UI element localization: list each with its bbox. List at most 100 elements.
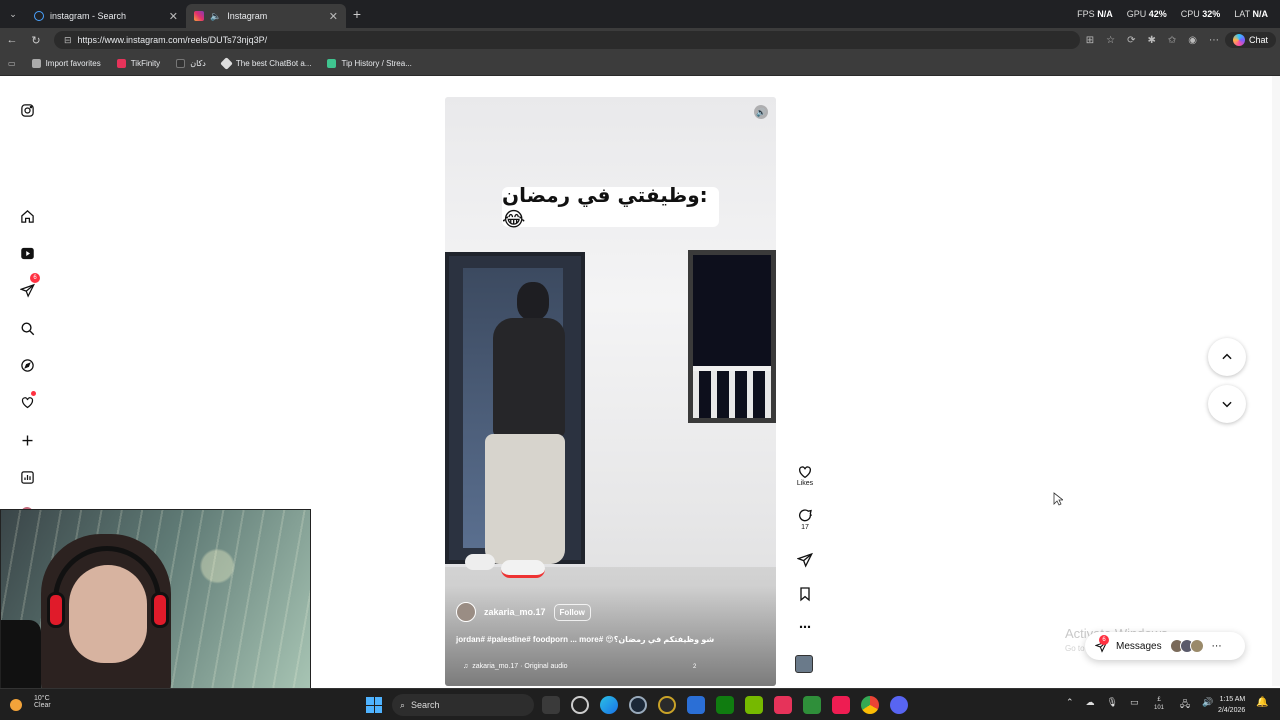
favorite-star-icon[interactable]: ☆ xyxy=(1106,35,1115,46)
bookmark-label: TikFinity xyxy=(130,59,161,68)
lat-value: N/A xyxy=(1252,9,1269,19)
close-tab-icon[interactable]: ✕ xyxy=(169,10,178,23)
weather-moon-icon xyxy=(10,699,22,711)
page-scrollbar[interactable] xyxy=(1272,76,1280,686)
bookmark-import-favorites[interactable]: Import favorites xyxy=(31,59,101,68)
edge-icon[interactable] xyxy=(600,696,618,714)
notification-dot xyxy=(31,391,36,396)
task-view-icon[interactable] xyxy=(542,696,560,714)
nvidia-icon[interactable] xyxy=(745,696,763,714)
bookmark-tikfinity[interactable]: TikFinity xyxy=(116,59,161,68)
more-menu-icon[interactable]: ⋯ xyxy=(1209,35,1219,46)
tray-indicator: £ 101 xyxy=(1154,696,1164,712)
tray-indicator-bottom: 101 xyxy=(1154,705,1165,711)
bookmark-chatbot[interactable]: The best ChatBot a... xyxy=(220,57,312,70)
previous-reel-button[interactable] xyxy=(1208,338,1246,376)
tikfinity-app-icon[interactable] xyxy=(774,696,792,714)
explore-compass-icon[interactable] xyxy=(12,353,42,377)
github-icon[interactable] xyxy=(571,696,589,714)
clock-date: 2/4/2026 xyxy=(1218,707,1246,714)
instagram-logo-icon[interactable] xyxy=(12,98,42,122)
extensions-icon[interactable]: ⟳ xyxy=(1127,35,1135,46)
bookmark-dukan[interactable]: دكان xyxy=(176,59,206,68)
chevron-down-icon xyxy=(1222,401,1232,408)
more-icon[interactable]: ⋯ xyxy=(1212,641,1222,652)
discord-icon[interactable] xyxy=(890,696,908,714)
search-icon[interactable] xyxy=(12,316,42,340)
save-button[interactable] xyxy=(790,586,820,602)
speaker-icon[interactable]: 🔈 xyxy=(210,11,221,22)
tab-instagram[interactable]: 🔈 Instagram ✕ xyxy=(186,4,346,28)
app-available-icon[interactable]: ⊞ xyxy=(1086,35,1094,46)
weather-text: Clear xyxy=(34,702,51,709)
url-field[interactable]: ⊟ https://www.instagram.com/reels/DUTs73… xyxy=(54,31,1080,49)
dukan-icon xyxy=(176,59,186,68)
messages-panel-button[interactable]: 6 Messages ⋯ xyxy=(1085,632,1245,660)
create-plus-icon[interactable] xyxy=(12,428,42,452)
store-icon[interactable] xyxy=(687,696,705,714)
reels-icon[interactable] xyxy=(12,241,42,265)
bookmark-label: Import favorites xyxy=(45,59,101,68)
copilot-icon xyxy=(1232,34,1245,46)
game-launcher-icon[interactable] xyxy=(658,696,676,714)
site-info-icon[interactable]: ⊟ xyxy=(64,35,72,46)
microphone-icon[interactable]: 🎙 xyxy=(1107,697,1118,708)
chat-button[interactable]: Chat xyxy=(1224,32,1276,48)
more-options-icon[interactable]: ⋯ xyxy=(790,620,820,634)
messages-nav-icon[interactable]: 6 xyxy=(12,273,42,302)
notification-bell-icon[interactable]: 🔔 xyxy=(1256,697,1268,711)
sidebar-toggle-icon[interactable]: ▭ xyxy=(8,59,16,68)
likes-label: Likes xyxy=(796,480,814,487)
audio-thumbnail[interactable] xyxy=(795,655,813,673)
reel-caption[interactable]: شو وظيفتكم في رمضان؟😍 #jordan# #palestin… xyxy=(456,635,756,644)
webcam-overlay xyxy=(0,509,311,698)
bookmark-tip-history[interactable]: Tip History / Strea... xyxy=(327,59,412,68)
like-button[interactable]: Likes xyxy=(790,464,820,487)
bookmark-label: Tip History / Strea... xyxy=(341,59,412,68)
home-icon[interactable] xyxy=(12,204,42,228)
dashboard-icon[interactable] xyxy=(12,465,42,489)
reel-video[interactable]: وظيفتي في رمضان:😂 🔊 zakaria_mo.17 Follow… xyxy=(445,97,776,686)
puzzle-icon[interactable]: ✱ xyxy=(1147,35,1155,46)
audio-indicator: 2 xyxy=(693,664,697,670)
profile-icon[interactable]: ◉ xyxy=(1188,35,1197,46)
next-reel-button[interactable] xyxy=(1208,385,1246,423)
chat-label: Chat xyxy=(1248,35,1268,45)
author-username[interactable]: zakaria_mo.17 xyxy=(484,607,546,617)
browser-toolbar-icons: ⊞ ☆ ⟳ ✱ ✩ ◉ ⋯ xyxy=(1086,35,1225,46)
chrome-icon[interactable] xyxy=(861,696,879,714)
steam-icon[interactable] xyxy=(629,696,647,714)
tiktok-icon[interactable] xyxy=(832,696,850,714)
author-avatar[interactable] xyxy=(456,602,476,622)
favorites-icon[interactable]: ✩ xyxy=(1168,35,1176,46)
display-icon[interactable]: ▭ xyxy=(1130,697,1139,708)
follow-button[interactable]: Follow xyxy=(553,603,591,621)
taskbar-search[interactable]: ⌕ Search xyxy=(392,694,534,716)
windows-start-icon[interactable] xyxy=(366,697,382,713)
back-icon[interactable]: ← xyxy=(0,34,24,46)
xbox-app-icon[interactable] xyxy=(716,696,734,714)
network-icon[interactable]: 🖧 xyxy=(1180,697,1190,713)
tray-indicator-top: £ xyxy=(1157,697,1161,703)
chevron-up-icon[interactable]: ⌃ xyxy=(1066,697,1074,708)
close-tab-icon[interactable]: ✕ xyxy=(329,10,338,23)
bookmark-label: The best ChatBot a... xyxy=(235,59,312,68)
tab-actions-menu-icon[interactable]: ⌄ xyxy=(0,0,26,28)
comment-button[interactable]: 17 xyxy=(790,508,820,531)
taskbar-clock[interactable]: 1:15 AM 2/4/2026 xyxy=(1218,694,1245,716)
new-tab-button[interactable]: + xyxy=(346,6,368,22)
weather-widget[interactable]: 10°C Clear xyxy=(10,695,51,711)
refresh-icon[interactable]: ↻ xyxy=(24,34,48,47)
tab-instagram-search[interactable]: instagram - Search ✕ xyxy=(26,4,186,28)
onedrive-icon[interactable]: ☁ xyxy=(1086,697,1095,708)
mouse-cursor-icon xyxy=(1053,492,1063,506)
gpu-label: GPU xyxy=(1126,9,1147,19)
reel-audio[interactable]: ♫ zakaria_mo.17 · Original audio xyxy=(463,663,568,670)
notifications-heart-icon[interactable] xyxy=(12,390,42,414)
share-button[interactable] xyxy=(790,552,820,568)
volume-icon[interactable]: 🔊 xyxy=(1202,697,1213,713)
obs-app-icon[interactable] xyxy=(803,696,821,714)
tikfinity-icon xyxy=(116,59,126,68)
search-icon: ⌕ xyxy=(400,699,406,710)
volume-icon[interactable]: 🔊 xyxy=(754,105,768,119)
